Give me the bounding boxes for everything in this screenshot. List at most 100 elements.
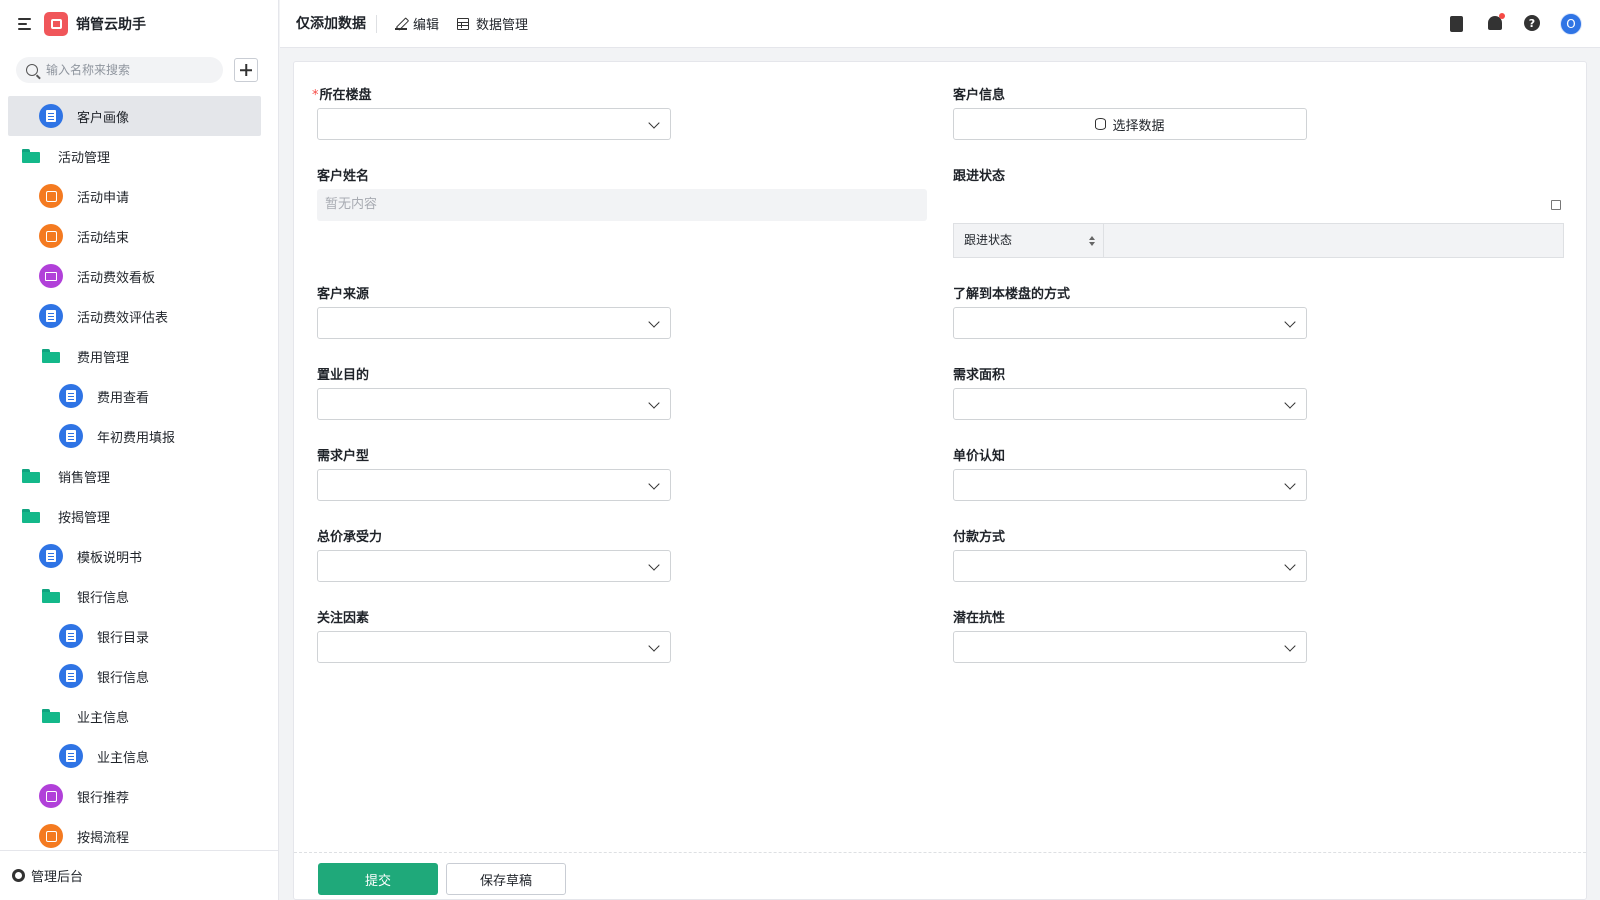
submit-button[interactable]: 提交 — [318, 863, 438, 895]
chevron-down-icon — [648, 478, 660, 490]
layout-label: 需求户型 — [317, 449, 370, 464]
sidebar-item-label: 业主信息 — [97, 750, 150, 766]
form-footer-divider — [294, 852, 1586, 853]
area-select[interactable] — [953, 388, 1307, 420]
required-mark: * — [312, 88, 319, 103]
sidebar: 销管云助手 客户画像 活动管理 活动申请 活动结束 活动费效看板 — [0, 0, 279, 900]
customer-name-value: 暂无内容 — [317, 189, 927, 221]
follow-status-table-cell — [1104, 224, 1563, 257]
form-icon — [39, 224, 63, 248]
follow-status-table: 跟进状态 — [953, 223, 1564, 258]
sidebar-item-sales-management[interactable]: 销售管理 — [0, 456, 278, 496]
sidebar-item-activity-dashboard[interactable]: 活动费效看板 — [0, 256, 278, 296]
unit-price-select[interactable] — [953, 469, 1307, 501]
notes-icon[interactable] — [1448, 15, 1466, 33]
resistance-select[interactable] — [953, 631, 1307, 663]
sidebar-item-label: 活动费效看板 — [77, 270, 156, 286]
form-icon — [39, 824, 63, 848]
sort-icon — [1089, 236, 1095, 246]
chevron-down-icon — [648, 117, 660, 129]
document-icon — [59, 624, 83, 648]
save-draft-button[interactable]: 保存草稿 — [446, 863, 566, 895]
sidebar-item-bank-info[interactable]: 银行信息 — [0, 656, 278, 696]
how-known-select[interactable] — [953, 307, 1307, 339]
total-price-select[interactable] — [317, 550, 671, 582]
select-data-label: 选择数据 — [1112, 118, 1165, 134]
search-box[interactable] — [16, 57, 223, 83]
sidebar-item-label: 销售管理 — [58, 470, 111, 486]
folder-icon — [22, 149, 40, 163]
bell-icon[interactable] — [1486, 13, 1505, 33]
sidebar-item-label: 费用查看 — [97, 390, 150, 406]
purpose-select[interactable] — [317, 388, 671, 420]
app-logo-icon — [44, 12, 68, 36]
payment-label: 付款方式 — [953, 530, 1006, 545]
focus-select[interactable] — [317, 631, 671, 663]
document-icon — [59, 744, 83, 768]
chevron-down-icon — [1284, 559, 1296, 571]
sidebar-item-label: 年初费用填报 — [97, 430, 176, 446]
customer-name-label: 客户姓名 — [317, 169, 370, 184]
sidebar-item-label: 客户画像 — [77, 110, 130, 126]
sidebar-search-row — [0, 48, 278, 92]
admin-console-link[interactable]: 管理后台 — [0, 850, 278, 900]
help-icon[interactable]: ? — [1524, 15, 1542, 33]
sidebar-item-mortgage-management[interactable]: 按揭管理 — [0, 496, 278, 536]
data-management-button[interactable]: 数据管理 — [457, 14, 528, 33]
chevron-down-icon — [1284, 397, 1296, 409]
sidebar-item-label: 费用管理 — [77, 350, 130, 366]
how-known-label: 了解到本楼盘的方式 — [953, 287, 1071, 302]
sidebar-item-expense-management[interactable]: 费用管理 — [0, 336, 278, 376]
customer-source-label: 客户来源 — [317, 287, 370, 302]
select-data-button[interactable]: 选择数据 — [953, 108, 1307, 140]
search-input[interactable] — [46, 63, 206, 77]
sidebar-item-activity-end[interactable]: 活动结束 — [0, 216, 278, 256]
pencil-icon — [395, 18, 407, 30]
menu-icon[interactable] — [18, 17, 34, 31]
document-icon — [39, 104, 63, 128]
sidebar-item-label: 银行推荐 — [77, 790, 130, 806]
folder-icon — [42, 589, 60, 603]
toolbar-right: ? O — [1428, 0, 1582, 48]
sidebar-item-activity-apply[interactable]: 活动申请 — [0, 176, 278, 216]
search-icon — [26, 64, 38, 76]
sidebar-item-label: 活动结束 — [77, 230, 130, 246]
layout-select[interactable] — [317, 469, 671, 501]
purpose-label: 置业目的 — [317, 368, 370, 383]
document-icon — [59, 424, 83, 448]
building-label: *所在楼盘 — [312, 84, 372, 103]
folder-icon — [22, 469, 40, 483]
sidebar-item-label: 业主信息 — [77, 710, 130, 726]
total-price-label: 总价承受力 — [317, 530, 383, 545]
sidebar-item-bank-directory[interactable]: 银行目录 — [0, 616, 278, 656]
sidebar-item-owner-info-folder[interactable]: 业主信息 — [0, 696, 278, 736]
sidebar-item-activity-evaluation[interactable]: 活动费效评估表 — [0, 296, 278, 336]
payment-select[interactable] — [953, 550, 1307, 582]
sidebar-item-label: 活动管理 — [58, 150, 111, 166]
customer-source-select[interactable] — [317, 307, 671, 339]
folder-icon — [42, 349, 60, 363]
sidebar-item-annual-expense[interactable]: 年初费用填报 — [0, 416, 278, 456]
sidebar-item-owner-info[interactable]: 业主信息 — [0, 736, 278, 776]
sidebar-item-bank-info-folder[interactable]: 银行信息 — [0, 576, 278, 616]
follow-status-column-header[interactable]: 跟进状态 — [954, 224, 1104, 257]
sidebar-item-label: 银行信息 — [77, 590, 130, 606]
document-icon — [59, 384, 83, 408]
edit-button[interactable]: 编辑 — [395, 14, 439, 33]
sidebar-item-bank-recommend[interactable]: 银行推荐 — [0, 776, 278, 816]
sidebar-item-mortgage-flow[interactable]: 按揭流程 — [0, 816, 278, 848]
building-label-text: 所在楼盘 — [319, 88, 372, 103]
sidebar-item-customer-profile[interactable]: 客户画像 — [8, 96, 261, 136]
focus-label: 关注因素 — [317, 611, 370, 626]
fullscreen-icon[interactable] — [1551, 200, 1561, 210]
sidebar-item-label: 按揭流程 — [77, 830, 130, 846]
customer-info-label: 客户信息 — [953, 88, 1006, 103]
add-button[interactable] — [234, 58, 258, 82]
sidebar-item-activity-management[interactable]: 活动管理 — [0, 136, 278, 176]
building-select[interactable] — [317, 108, 671, 140]
form-card: *所在楼盘 客户信息 选择数据 客户姓名 暂无内容 跟进状态 跟进状态 客户来源… — [293, 61, 1587, 900]
top-toolbar: 仅添加数据 编辑 数据管理 ? O — [280, 0, 1600, 48]
sidebar-item-expense-view[interactable]: 费用查看 — [0, 376, 278, 416]
sidebar-item-template-guide[interactable]: 模板说明书 — [0, 536, 278, 576]
avatar[interactable]: O — [1560, 13, 1582, 35]
